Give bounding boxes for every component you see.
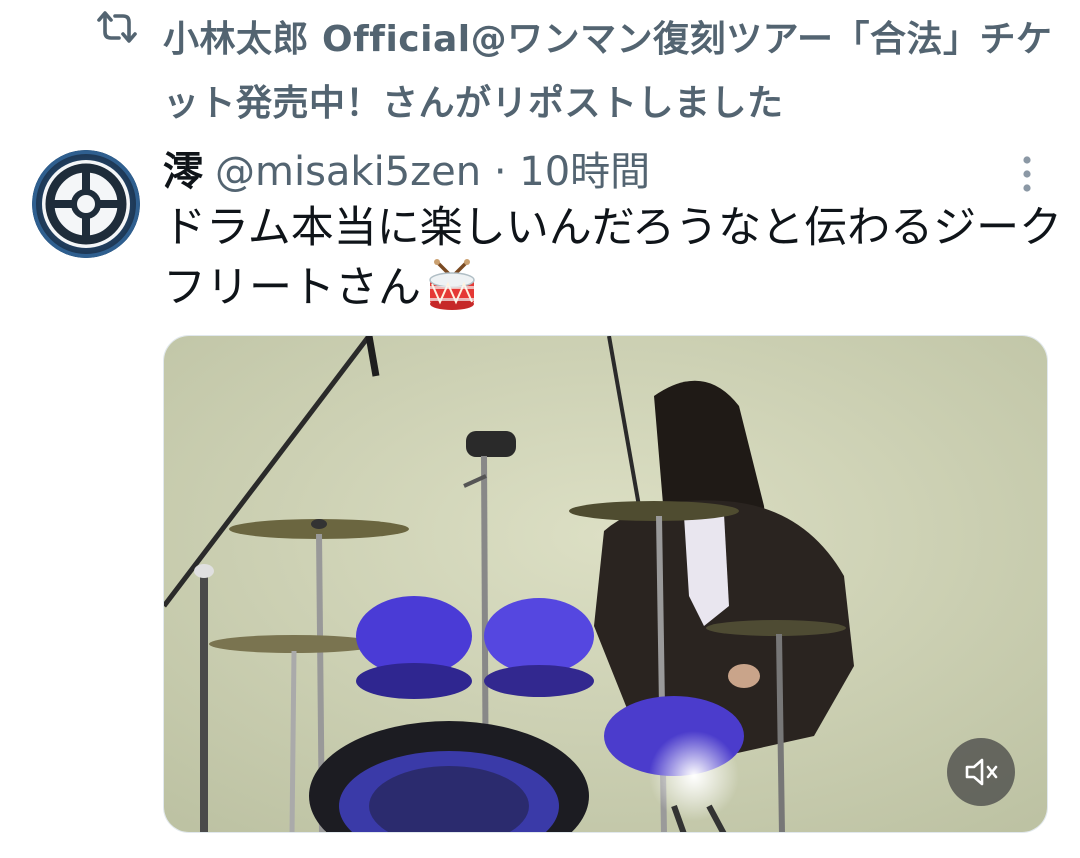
repost-icon [97,11,137,43]
tweet-card[interactable]: 小林太郎 Official@ワンマン復刻ツアー「合法」チケット発売中！さんがリポ… [0,0,1080,858]
avatar-image [32,150,140,258]
video-media[interactable] [163,335,1048,833]
display-name[interactable]: 澪 [163,149,203,195]
mute-button[interactable] [947,738,1015,806]
avatar[interactable] [32,150,140,258]
author-line: 澪 @misaki5zen · 10時間 [163,144,650,200]
drum-kit-video [164,336,1047,832]
tweet-body: ドラム本当に楽しいんだろうなと伝わるジークフリートさん [163,203,1063,313]
tweet-text: ドラム本当に楽しいんだろうなと伝わるジークフリートさん [163,198,1063,318]
handle[interactable]: @misaki5zen [215,149,481,195]
separator-dot: · [493,149,507,195]
repost-header: 小林太郎 Official@ワンマン復刻ツアー「合法」チケット発売中！さんがリポ… [0,0,1080,130]
more-vertical-icon[interactable] [1012,152,1042,196]
drum-emoji [429,259,475,310]
volume-muted-icon [965,758,998,786]
repost-label[interactable]: 小林太郎 Official@ワンマン復刻ツアー「合法」チケット発売中！さんがリポ… [163,8,1068,136]
timestamp[interactable]: 10時間 [519,149,650,195]
